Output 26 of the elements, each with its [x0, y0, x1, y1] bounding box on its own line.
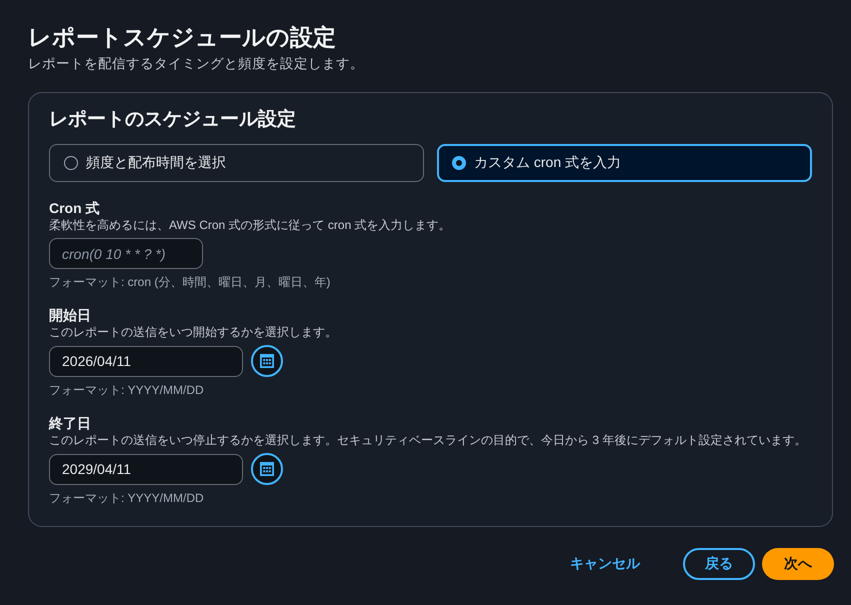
- calendar-button[interactable]: [251, 453, 283, 485]
- date-input-field[interactable]: 2026/04/11: [49, 346, 243, 376]
- radio-icon: [452, 156, 466, 170]
- input-field[interactable]: cron(0 10 * * ? *): [49, 238, 203, 269]
- format-hint: フォーマット: YYYY/MM/DD: [49, 490, 205, 506]
- field-description: 柔軟性を高めるには、AWS Cron 式の形式に従って cron 式を入力します。: [49, 217, 452, 233]
- calendar-button[interactable]: [251, 345, 283, 377]
- calendar-icon: [260, 462, 274, 476]
- format-hint: フォーマット: cron (分、時間、曜日、月、曜日、年): [49, 274, 332, 290]
- back-button[interactable]: 戻る: [683, 548, 755, 580]
- date-input-field[interactable]: 2029/04/11: [49, 454, 243, 484]
- field-label: 開始日: [49, 306, 92, 324]
- field-label: Cron 式: [49, 199, 101, 217]
- page-description: レポートを配信するタイミングと頻度を設定します。: [28, 55, 365, 73]
- radio-option[interactable]: カスタム cron 式を入力: [437, 144, 812, 182]
- radio-option[interactable]: 頻度と配布時間を選択: [49, 144, 424, 182]
- field-description: このレポートの送信をいつ停止するかを選択します。セキュリティベースラインの目的で、今日から 3 年後にデフォルト設定されています。: [49, 432, 808, 448]
- cancel-link[interactable]: キャンセル: [550, 548, 660, 580]
- page-title: レポートスケジュールの設定: [28, 23, 337, 51]
- field-label: 終了日: [49, 414, 92, 432]
- radio-icon: [64, 156, 78, 170]
- calendar-icon: [260, 354, 274, 368]
- format-hint: フォーマット: YYYY/MM/DD: [49, 382, 205, 398]
- field-description: このレポートの送信をいつ開始するかを選択します。: [49, 324, 338, 340]
- card-title: レポートのスケジュール設定: [49, 108, 297, 132]
- next-button[interactable]: 次へ: [762, 548, 834, 580]
